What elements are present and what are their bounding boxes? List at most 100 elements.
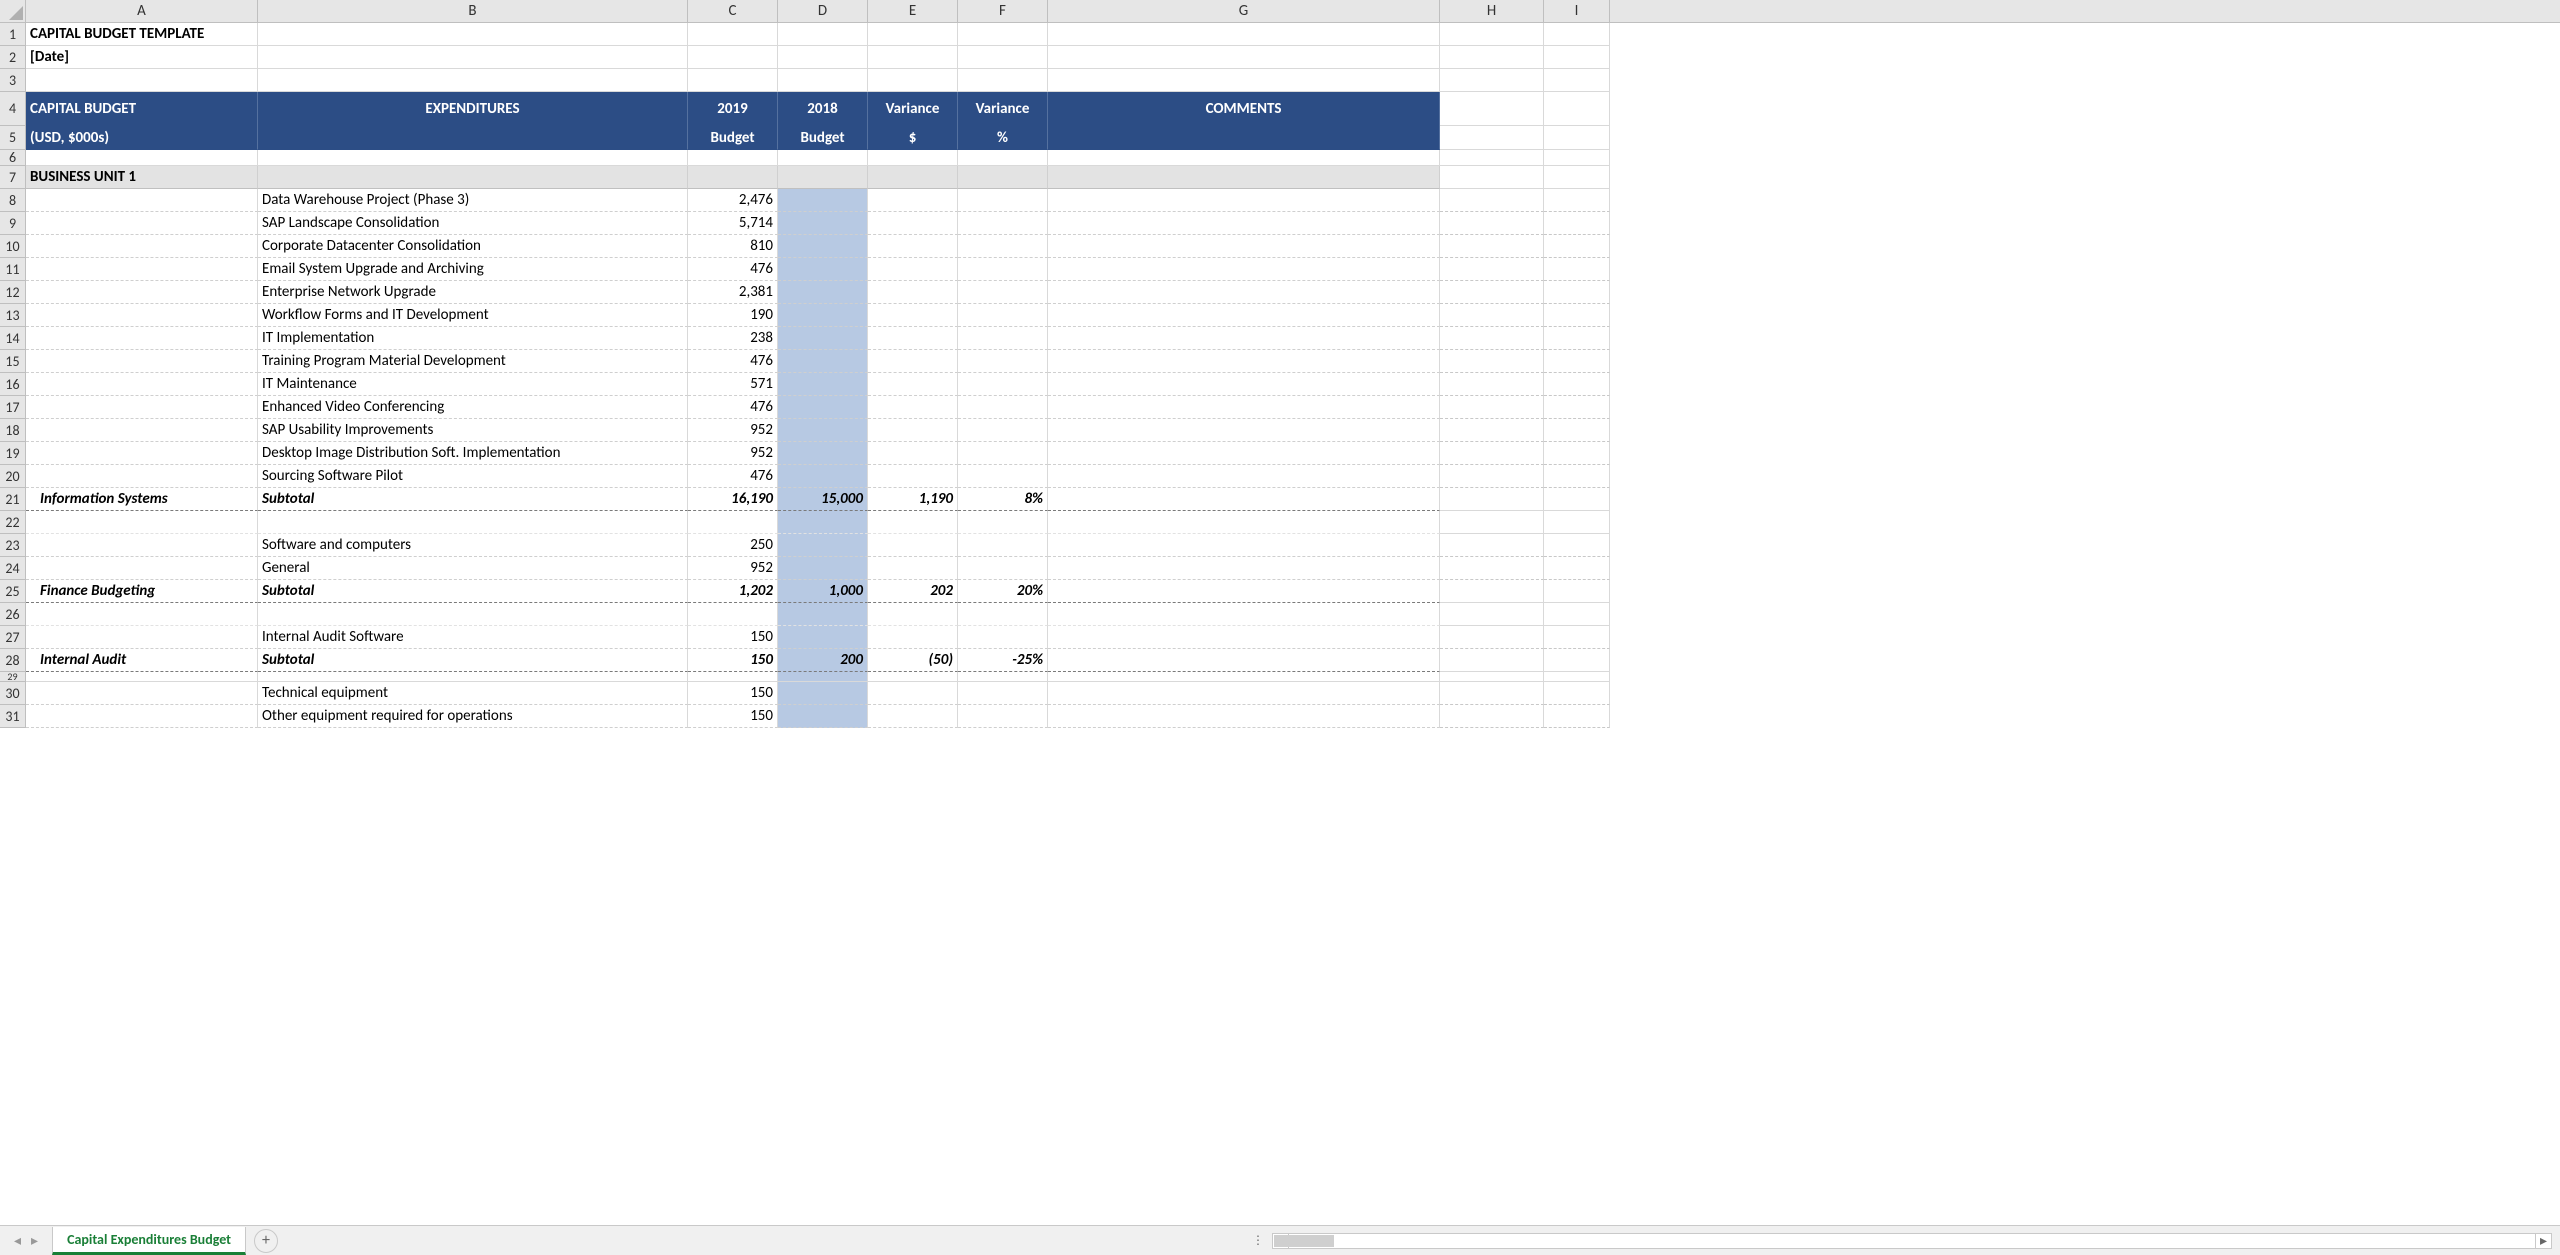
section-bu1-col4[interactable]	[868, 166, 958, 189]
var-p-27[interactable]	[958, 626, 1048, 649]
cell-H15[interactable]	[1440, 350, 1544, 373]
cell-H[interactable]	[1440, 23, 1544, 46]
cell-C[interactable]	[688, 46, 778, 69]
cell-A10[interactable]	[26, 235, 258, 258]
row-header-31[interactable]: 31	[0, 705, 25, 728]
expenditure-name-14[interactable]: IT Implementation	[258, 327, 688, 350]
cell-F[interactable]	[958, 46, 1048, 69]
cell-H[interactable]	[1440, 46, 1544, 69]
cell-H24[interactable]	[1440, 557, 1544, 580]
var-d-31[interactable]	[868, 705, 958, 728]
cell-I13[interactable]	[1544, 304, 1610, 327]
comments-27[interactable]	[1048, 626, 1440, 649]
subtotal-prior-28[interactable]: 200	[778, 649, 868, 672]
cell-E[interactable]	[868, 150, 958, 166]
budget-2019-16[interactable]: 571	[688, 373, 778, 396]
comments-17[interactable]	[1048, 396, 1440, 419]
row-header-10[interactable]: 10	[0, 235, 25, 258]
row-header-25[interactable]: 25	[0, 580, 25, 603]
row-header-17[interactable]: 17	[0, 396, 25, 419]
row-header-8[interactable]: 8	[0, 189, 25, 212]
subtotal-word-21[interactable]: Subtotal	[258, 488, 688, 511]
cell-F[interactable]	[958, 69, 1048, 92]
cell-H25[interactable]	[1440, 580, 1544, 603]
budget-2019-12[interactable]: 2,381	[688, 281, 778, 304]
var-p-18[interactable]	[958, 419, 1048, 442]
var-d-12[interactable]	[868, 281, 958, 304]
var-p-9[interactable]	[958, 212, 1048, 235]
budget-2018-12[interactable]	[778, 281, 868, 304]
comments-11[interactable]	[1048, 258, 1440, 281]
subtotal-label-25[interactable]: Finance Budgeting	[26, 580, 258, 603]
column-header-A[interactable]: A	[26, 0, 258, 22]
cell-D[interactable]	[778, 69, 868, 92]
row-header-28[interactable]: 28	[0, 649, 25, 672]
cell-I8[interactable]	[1544, 189, 1610, 212]
budget-2019-20[interactable]: 476	[688, 465, 778, 488]
expenditure-name-13[interactable]: Workflow Forms and IT Development	[258, 304, 688, 327]
expenditure-name-27[interactable]: Internal Audit Software	[258, 626, 688, 649]
band-pct[interactable]: %	[958, 126, 1048, 150]
cell-H21[interactable]	[1440, 488, 1544, 511]
cell-B26[interactable]	[258, 603, 688, 626]
expenditure-name-24[interactable]: General	[258, 557, 688, 580]
budget-2019-15[interactable]: 476	[688, 350, 778, 373]
column-header-D[interactable]: D	[778, 0, 868, 22]
cell-H[interactable]	[1440, 150, 1544, 166]
var-d-20[interactable]	[868, 465, 958, 488]
cell-I19[interactable]	[1544, 442, 1610, 465]
row-header-2[interactable]: 2	[0, 46, 25, 69]
cell-E22[interactable]	[868, 511, 958, 534]
cell-I[interactable]	[1544, 150, 1610, 166]
budget-2019-31[interactable]: 150	[688, 705, 778, 728]
cell-I11[interactable]	[1544, 258, 1610, 281]
subtotal-word-25[interactable]: Subtotal	[258, 580, 688, 603]
budget-2018-27[interactable]	[778, 626, 868, 649]
row-header-22[interactable]: 22	[0, 511, 25, 534]
var-p-19[interactable]	[958, 442, 1048, 465]
row-header-23[interactable]: 23	[0, 534, 25, 557]
cell-H27[interactable]	[1440, 626, 1544, 649]
cell-I30[interactable]	[1544, 682, 1610, 705]
column-headers[interactable]: ABCDEFGHI	[26, 0, 2560, 23]
cell-B[interactable]	[258, 46, 688, 69]
var-p-17[interactable]	[958, 396, 1048, 419]
var-p-15[interactable]	[958, 350, 1048, 373]
cell-A9[interactable]	[26, 212, 258, 235]
var-d-17[interactable]	[868, 396, 958, 419]
cell-B[interactable]	[258, 69, 688, 92]
var-d-16[interactable]	[868, 373, 958, 396]
cell-I[interactable]	[1544, 46, 1610, 69]
cell-D29[interactable]	[778, 672, 868, 682]
budget-2019-13[interactable]: 190	[688, 304, 778, 327]
cell-G22[interactable]	[1048, 511, 1440, 534]
budget-2018-13[interactable]	[778, 304, 868, 327]
cell-A17[interactable]	[26, 396, 258, 419]
section-bu1-col6[interactable]	[1048, 166, 1440, 189]
cell-I[interactable]	[1544, 23, 1610, 46]
cell-H9[interactable]	[1440, 212, 1544, 235]
var-d-30[interactable]	[868, 682, 958, 705]
row-header-27[interactable]: 27	[0, 626, 25, 649]
cell-I10[interactable]	[1544, 235, 1610, 258]
cell-E[interactable]	[868, 46, 958, 69]
cell-A20[interactable]	[26, 465, 258, 488]
cell-H26[interactable]	[1440, 603, 1544, 626]
subtotal-varp-25[interactable]: 20%	[958, 580, 1048, 603]
row-header-26[interactable]: 26	[0, 603, 25, 626]
cell-A22[interactable]	[26, 511, 258, 534]
cell-I9[interactable]	[1544, 212, 1610, 235]
cell-C29[interactable]	[688, 672, 778, 682]
cell-B22[interactable]	[258, 511, 688, 534]
hscroll-thumb[interactable]	[1274, 1235, 1334, 1247]
cell-I4[interactable]	[1544, 92, 1610, 126]
row-headers[interactable]: 1234567891011121314151617181920212223242…	[0, 23, 26, 728]
cell-C[interactable]	[688, 69, 778, 92]
cell-F[interactable]	[958, 150, 1048, 166]
band-units[interactable]: (USD, $000s)	[26, 126, 258, 150]
budget-2019-8[interactable]: 2,476	[688, 189, 778, 212]
budget-2018-9[interactable]	[778, 212, 868, 235]
cell-I24[interactable]	[1544, 557, 1610, 580]
budget-2019-19[interactable]: 952	[688, 442, 778, 465]
cell-I7[interactable]	[1544, 166, 1610, 189]
